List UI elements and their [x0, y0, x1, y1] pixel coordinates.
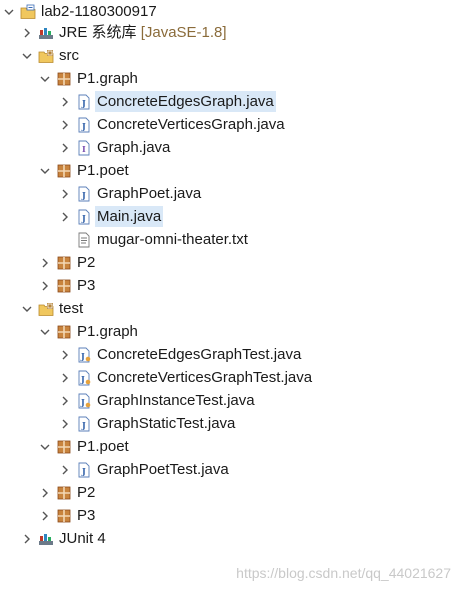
tree-item-package-p1-graph[interactable]: P1.graph: [38, 320, 140, 343]
tree-item-label: mugar-omni-theater.txt: [97, 231, 248, 248]
tree-item-label: P2: [77, 484, 96, 501]
chevron-right-icon[interactable]: [58, 463, 72, 477]
tree-item-file[interactable]: ConcreteEdgesGraphTest.java: [58, 343, 303, 366]
tree-item-package-p1-poet[interactable]: P1.poet: [38, 435, 131, 458]
package-icon: [56, 324, 72, 340]
tree-item-file[interactable]: GraphPoet.java: [58, 182, 203, 205]
tree-item-label: test: [59, 300, 84, 317]
chevron-right-icon[interactable]: [38, 486, 52, 500]
tree-item-label: ConcreteVerticesGraph.java: [97, 116, 285, 133]
chevron-right-icon[interactable]: [20, 532, 34, 546]
tree-item-file[interactable]: mugar-omni-theater.txt: [58, 228, 250, 251]
tree-item-label: P1.poet: [77, 162, 129, 179]
tree-item-label: GraphInstanceTest.java: [97, 392, 255, 409]
chevron-right-icon[interactable]: [58, 118, 72, 132]
chevron-right-icon[interactable]: [58, 141, 72, 155]
tree-item-label: ConcreteVerticesGraphTest.java: [97, 369, 313, 386]
tree-item-package-p1-graph[interactable]: P1.graph: [38, 67, 140, 90]
tree-item-label: Graph.java: [97, 139, 171, 156]
java-file-icon: [76, 186, 92, 202]
tree-item-label: GraphPoet.java: [97, 185, 202, 202]
package-icon: [56, 255, 72, 271]
java-interface-icon: [76, 140, 92, 156]
tree-item-package-p1-poet[interactable]: P1.poet: [38, 159, 131, 182]
tree-item-file[interactable]: GraphPoetTest.java: [58, 458, 231, 481]
tree-item-label: P3: [77, 277, 96, 294]
tree-item-file[interactable]: GraphStaticTest.java: [58, 412, 237, 435]
tree-item-jre-library[interactable]: JRE 系统库 [JavaSE-1.8]: [20, 21, 229, 44]
tree-item-test-folder[interactable]: test: [20, 297, 85, 320]
tree-item-file[interactable]: ConcreteVerticesGraph.java: [58, 113, 287, 136]
tree-item-label: Main.java: [95, 206, 164, 227]
watermark: https://blog.csdn.net/qq_44021627: [236, 565, 451, 581]
tree-item-label: ConcreteEdgesGraphTest.java: [97, 346, 302, 363]
tree-item-file[interactable]: ConcreteVerticesGraphTest.java: [58, 366, 314, 389]
chevron-right-icon[interactable]: [58, 371, 72, 385]
package-icon: [56, 278, 72, 294]
tree-item-label: P1.poet: [77, 438, 129, 455]
chevron-down-icon[interactable]: [38, 164, 52, 178]
tree-item-file[interactable]: GraphInstanceTest.java: [58, 389, 257, 412]
tree-item-label: lab2-1180300917: [41, 3, 157, 20]
chevron-right-icon[interactable]: [58, 95, 72, 109]
chevron-right-icon[interactable]: [58, 417, 72, 431]
package-icon: [56, 71, 72, 87]
tree-item-label: P3: [77, 507, 96, 524]
tree-item-label: GraphStaticTest.java: [97, 415, 236, 432]
tree-item-label: P2: [77, 254, 96, 271]
tree-item-project[interactable]: lab2-1180300917: [2, 0, 159, 23]
tree-item-package-p3[interactable]: P3: [38, 504, 97, 527]
chevron-right-icon[interactable]: [20, 26, 34, 40]
tree-item-label: P1.graph: [77, 70, 138, 87]
package-icon: [56, 508, 72, 524]
chevron-right-icon[interactable]: [58, 187, 72, 201]
java-test-file-icon: [76, 370, 92, 386]
java-test-file-icon: [76, 393, 92, 409]
java-file-icon: [76, 117, 92, 133]
source-folder-icon: [38, 301, 54, 317]
chevron-right-icon[interactable]: [38, 256, 52, 270]
tree-item-file[interactable]: Main.java: [58, 205, 164, 228]
text-file-icon: [76, 232, 92, 248]
java-file-icon: [76, 462, 92, 478]
java-file-icon: [76, 94, 92, 110]
tree-item-file[interactable]: Graph.java: [58, 136, 172, 159]
tree-item-package-p2[interactable]: P2: [38, 481, 97, 504]
tree-item-label: GraphPoetTest.java: [97, 461, 229, 478]
chevron-right-icon[interactable]: [58, 348, 72, 362]
package-icon: [56, 439, 72, 455]
chevron-right-icon[interactable]: [38, 509, 52, 523]
tree-item-package-p3[interactable]: P3: [38, 274, 97, 297]
package-icon: [56, 485, 72, 501]
tree-item-file[interactable]: ConcreteEdgesGraph.java: [58, 90, 276, 113]
chevron-down-icon[interactable]: [20, 49, 34, 63]
tree-item-package-p2[interactable]: P2: [38, 251, 97, 274]
chevron-down-icon[interactable]: [20, 302, 34, 316]
chevron-down-icon[interactable]: [38, 72, 52, 86]
library-icon: [38, 531, 54, 547]
java-test-file-icon: [76, 347, 92, 363]
chevron-down-icon[interactable]: [38, 325, 52, 339]
tree-item-junit-library[interactable]: JUnit 4: [20, 527, 108, 550]
jre-version-detail: [JavaSE-1.8]: [140, 24, 227, 41]
java-file-icon: [76, 209, 92, 225]
tree-item-src-folder[interactable]: src: [20, 44, 81, 67]
library-icon: [38, 25, 54, 41]
tree-item-label: ConcreteEdgesGraph.java: [95, 91, 276, 112]
chevron-down-icon[interactable]: [2, 5, 16, 19]
tree-item-label: JUnit 4: [59, 530, 106, 547]
chevron-right-icon[interactable]: [38, 279, 52, 293]
chevron-right-icon[interactable]: [58, 210, 72, 224]
package-icon: [56, 163, 72, 179]
tree-item-label: JRE 系统库: [59, 24, 137, 41]
tree-item-label: P1.graph: [77, 323, 138, 340]
chevron-right-icon[interactable]: [58, 394, 72, 408]
java-file-icon: [76, 416, 92, 432]
tree-item-label: src: [59, 47, 79, 64]
project-icon: [20, 4, 36, 20]
source-folder-icon: [38, 48, 54, 64]
chevron-down-icon[interactable]: [38, 440, 52, 454]
